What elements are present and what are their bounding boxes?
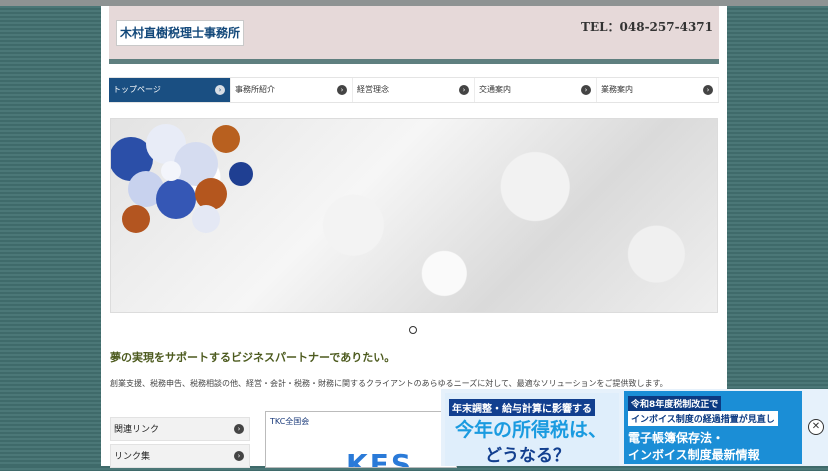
ad-banner[interactable]: 年末調整・給与計算に影響する 今年の所得税は、 どうなる？ 令和8年度税制改正で… [441,389,828,466]
header-band [109,59,719,64]
flower-bouquet-image [111,124,253,233]
ad-invoice-title-2: インボイス制度最新情報 [628,448,760,462]
nav-label: 経営理念 [357,85,389,94]
chevron-right-icon: › [459,85,469,95]
ad-invoice-title-1: 電子帳簿保存法・ [628,431,725,445]
nav-item-services[interactable]: 業務案内 › [597,78,719,102]
phone-number: TEL：048-257-4371 [581,20,713,34]
tkc-label: TKC全国会 [270,417,310,426]
nav-label: 業務案内 [601,85,633,94]
nav-item-access[interactable]: 交通案内 › [475,78,597,102]
tkc-banner[interactable]: TKC全国会 KFS [265,411,457,468]
sidebar: 関連リンク › リンク集 › [110,417,250,471]
main-description: 創業支援、税務申告、税務相談の他、経営・会計・税務・財務に関するクライアントのあ… [110,379,668,388]
ad-invoice-subtag: インボイス制度の経過措置が見直し [628,411,778,426]
chevron-right-icon: › [234,424,244,434]
main-headline: 夢の実現をサポートするビジネスパートナーでありたい。 [110,351,396,364]
nav-item-office[interactable]: 事務所紹介 › [231,78,353,102]
ad-tax-question: どうなる？ [485,446,570,466]
sidebar-item-link-list[interactable]: リンク集 › [110,444,250,468]
nav-item-top[interactable]: トップページ › [109,78,231,102]
close-icon[interactable]: ✕ [808,419,824,435]
ad-tax-title: 今年の所得税は、 [455,419,608,441]
site-logo[interactable]: 木村直樹税理士事務所 [116,20,245,46]
chevron-right-icon: › [337,85,347,95]
ad-tax-tagline: 年末調整・給与計算に影響する [449,399,595,416]
sidebar-item-related-links[interactable]: 関連リンク › [110,417,250,441]
nav-label: トップページ [113,85,161,94]
nav-item-philosophy[interactable]: 経営理念 › [353,78,475,102]
ad-invoice-panel[interactable]: 令和8年度税制改正で インボイス制度の経過措置が見直し 電子帳簿保存法・ インボ… [624,391,802,464]
ad-tax-panel[interactable]: 年末調整・給与計算に影響する 今年の所得税は、 どうなる？ [445,393,619,466]
chevron-right-icon: › [234,451,244,461]
ad-invoice-tagline: 令和8年度税制改正で [628,396,722,411]
site-header: 木村直樹税理士事務所 TEL：048-257-4371 [109,6,719,59]
nav-label: 事務所紹介 [235,85,275,94]
sidebar-item-label: 関連リンク [114,425,160,435]
nav-label: 交通案内 [479,85,511,94]
slide-indicator-dot[interactable] [409,326,417,334]
tkc-big-text: KFS [346,448,413,468]
hero-slideshow [110,118,718,313]
main-nav: トップページ › 事務所紹介 › 経営理念 › 交通案内 › 業務案内 › [109,77,719,103]
chevron-right-icon: › [215,85,225,95]
chevron-right-icon: › [703,85,713,95]
sidebar-item-label: リンク集 [114,452,151,462]
chevron-right-icon: › [581,85,591,95]
